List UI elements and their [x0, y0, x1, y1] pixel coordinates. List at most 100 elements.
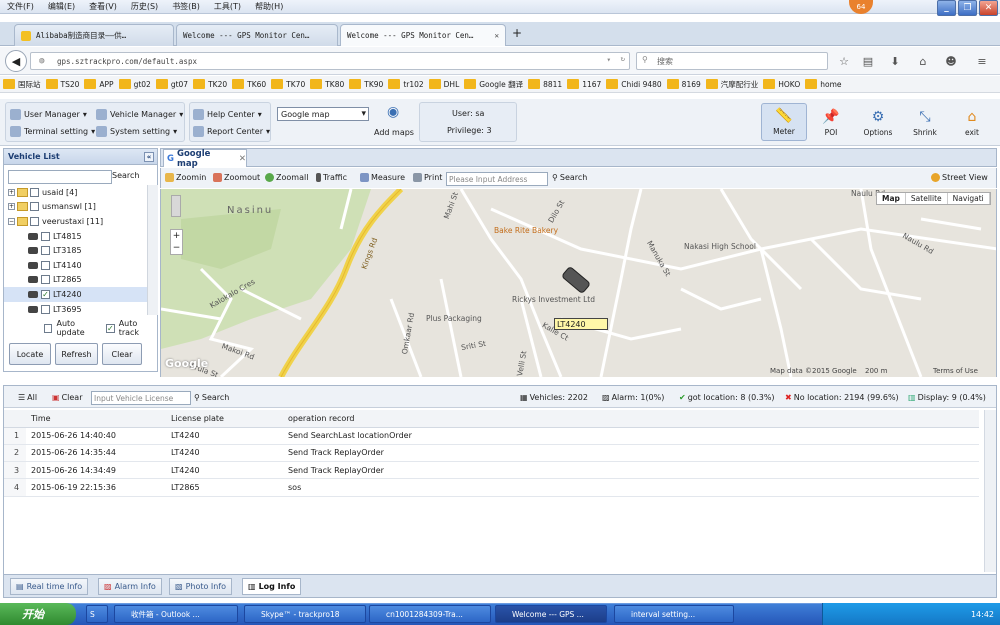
bookmark-item[interactable]: gt07: [155, 79, 188, 89]
zoomout-tool[interactable]: Zoomout: [213, 173, 260, 182]
reload-icon[interactable]: ↻: [620, 54, 625, 63]
back-arrow-icon[interactable]: ◀: [5, 50, 27, 72]
vehicle-checkbox[interactable]: [30, 216, 39, 226]
menu-bookmarks[interactable]: 书签(B): [165, 1, 207, 12]
tree-group[interactable]: + usmanswl [1]: [4, 200, 147, 215]
log-search-button[interactable]: ⚲ Search: [194, 393, 229, 402]
license-input[interactable]: Input Vehicle License: [91, 391, 191, 405]
vehicle-checkbox[interactable]: [41, 246, 50, 256]
zoomall-tool[interactable]: Zoomall: [265, 173, 308, 182]
expand-node-icon[interactable]: +: [8, 188, 15, 196]
browser-tab-active[interactable]: Welcome --- GPS Monitor Cen… ✕: [340, 24, 506, 46]
map-type-satellite[interactable]: Satellite: [906, 193, 948, 204]
zoomin-tool[interactable]: Zoomin: [165, 173, 206, 182]
tab-log-info[interactable]: ▥ Log Info: [242, 578, 302, 595]
auto-update-checkbox[interactable]: [44, 323, 53, 333]
tree-vehicle[interactable]: ✓ LT4240: [4, 287, 147, 302]
taskbar-item[interactable]: interval setting...: [614, 605, 734, 623]
operation-header[interactable]: operation record: [283, 410, 979, 428]
vehicle-checkbox[interactable]: [41, 260, 50, 270]
bookmark-item[interactable]: TK20: [193, 79, 227, 89]
home-icon[interactable]: ⌂: [915, 53, 931, 69]
tree-vehicle[interactable]: LT4140: [4, 258, 147, 273]
address-search-button[interactable]: ⚲ Search: [552, 173, 587, 182]
tree-vehicle[interactable]: LT3185: [4, 243, 147, 258]
exit-button[interactable]: ⌂ exit: [949, 103, 995, 141]
clock[interactable]: 14:42: [971, 610, 994, 619]
map-canvas[interactable]: Nasinu Bake Rite Bakery Nakasi High Scho…: [160, 189, 997, 377]
restore-icon[interactable]: ❐: [958, 0, 977, 16]
tree-vehicle[interactable]: LT3695: [4, 302, 147, 315]
dropdown-arrow-icon[interactable]: ▾: [606, 55, 611, 64]
menu-tools[interactable]: 工具(T): [207, 1, 248, 12]
sogou-icon[interactable]: S: [86, 605, 108, 623]
tree-group[interactable]: + usaid [4]: [4, 185, 147, 200]
tab-real-time-info[interactable]: ▤ Real time Info: [10, 578, 89, 595]
globe-add-icon[interactable]: ◉: [387, 104, 399, 120]
street-view-button[interactable]: Street View: [931, 173, 988, 182]
shrink-button[interactable]: ⤡ Shrink: [902, 103, 948, 141]
taskbar-item-active[interactable]: Welcome --- GPS ...: [495, 605, 607, 623]
log-scrollbar[interactable]: [984, 410, 996, 572]
poi-button[interactable]: 📌 POI: [808, 103, 854, 141]
terms-link[interactable]: Terms of Use: [933, 367, 978, 375]
map-type-map[interactable]: Map: [877, 193, 906, 204]
bookmark-item[interactable]: DHL: [428, 79, 459, 89]
tree-group[interactable]: − veerustaxi [11]: [4, 214, 147, 229]
traffic-tool[interactable]: Traffic: [316, 173, 347, 182]
map-provider-select[interactable]: Google map: [277, 107, 369, 121]
bookmark-item[interactable]: gt02: [118, 79, 151, 89]
menu-icon[interactable]: ≡: [974, 53, 990, 69]
bookmark-item[interactable]: Google 翻译: [464, 79, 523, 90]
add-maps-button[interactable]: Add maps: [374, 128, 414, 137]
time-header[interactable]: Time: [26, 410, 166, 428]
print-tool[interactable]: Print: [413, 173, 442, 182]
menu-view[interactable]: 查看(V): [82, 1, 124, 12]
close-icon[interactable]: ✕: [979, 0, 998, 16]
auto-track-checkbox[interactable]: ✓: [106, 323, 115, 333]
bookmark-item[interactable]: 8169: [666, 79, 701, 89]
star-icon[interactable]: ☆: [836, 53, 852, 69]
meter-button[interactable]: 📏 Meter: [761, 103, 807, 141]
bookmark-item[interactable]: home: [805, 79, 842, 89]
vehicle-checkbox[interactable]: [30, 202, 39, 212]
help-center-menu[interactable]: Help Center ▾: [193, 109, 262, 120]
tree-scrollbar[interactable]: [147, 185, 158, 315]
tree-vehicle[interactable]: LT2865: [4, 273, 147, 288]
bookmark-item[interactable]: tr102: [388, 79, 424, 89]
clear-log-button[interactable]: ▣ Clear: [52, 393, 82, 402]
expand-node-icon[interactable]: +: [8, 203, 15, 211]
terminal-setting-menu[interactable]: Terminal setting ▾: [10, 126, 95, 137]
browser-tab[interactable]: Welcome --- GPS Monitor Cen…: [176, 24, 338, 46]
bookmark-item[interactable]: TK80: [310, 79, 344, 89]
report-center-menu[interactable]: Report Center ▾: [193, 126, 270, 137]
bookmark-item[interactable]: 汽摩配行业: [705, 79, 758, 90]
start-button[interactable]: 开始: [0, 603, 76, 625]
zoom-control[interactable]: + −: [170, 229, 183, 255]
url-field[interactable]: ◍ gps.sztrackpro.com/default.aspx ▾ ↻: [30, 52, 630, 70]
vehicle-search-input[interactable]: [8, 170, 112, 184]
bookmark-item[interactable]: APP: [84, 79, 114, 89]
refresh-button[interactable]: Refresh: [55, 343, 98, 365]
close-map-tab-icon[interactable]: ✕: [239, 154, 246, 164]
bookmark-item[interactable]: TK60: [232, 79, 266, 89]
vehicle-checkbox[interactable]: [41, 275, 50, 285]
tree-vehicle[interactable]: LT4815: [4, 229, 147, 244]
chat-icon[interactable]: ☻: [943, 53, 959, 69]
menu-help[interactable]: 帮助(H): [248, 1, 290, 12]
bookmark-item[interactable]: 1167: [567, 79, 601, 89]
table-row[interactable]: 3 2015-06-26 14:34:49 LT4240 Send Track Rep…: [4, 461, 979, 480]
address-input[interactable]: Please Input Address: [446, 172, 548, 186]
close-tab-icon[interactable]: ✕: [490, 31, 499, 40]
bookmark-item[interactable]: HOKO: [763, 79, 800, 89]
bookmark-item[interactable]: Chidi 9480: [606, 79, 662, 89]
system-setting-menu[interactable]: System setting ▾: [96, 126, 177, 137]
new-tab-icon[interactable]: +: [512, 26, 522, 40]
vehicle-manager-menu[interactable]: Vehicle Manager ▾: [96, 109, 183, 120]
table-row[interactable]: 2 2015-06-26 14:35:44 LT4240 Send Track Rep…: [4, 444, 979, 463]
locate-button[interactable]: Locate: [9, 343, 51, 365]
map-tab[interactable]: G Google map ✕: [163, 149, 247, 169]
map-type-navigation[interactable]: Navigati: [948, 193, 990, 204]
browser-tab[interactable]: Alibaba制造商目录——供…: [14, 24, 174, 46]
pegman-icon[interactable]: [171, 195, 181, 217]
